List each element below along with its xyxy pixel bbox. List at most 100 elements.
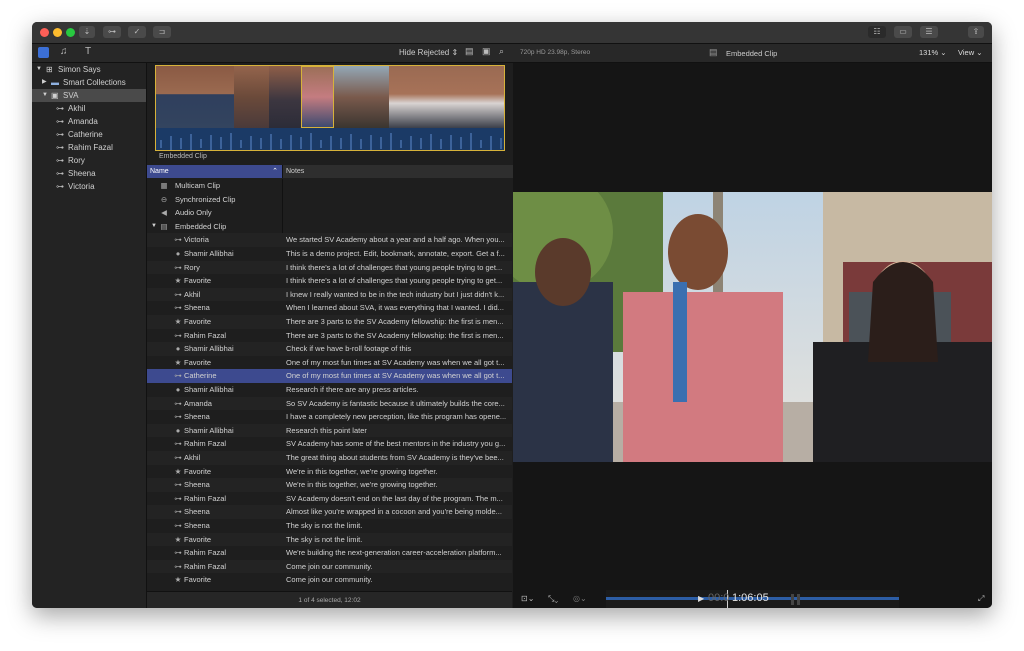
- title-bar: ⇣ ⊶ ✓ ⊐ ☷ ▭ ☰ ⇪: [32, 22, 992, 44]
- sync-icon: ⊖: [160, 194, 168, 204]
- clip-range-row[interactable]: ● Shamir Allibhai Research if there are an…: [147, 383, 512, 397]
- viewer-format: 720p HD 23.98p, Stereo: [520, 49, 591, 56]
- inspector-icon[interactable]: ☰: [920, 26, 938, 38]
- search-icon[interactable]: ⌕: [499, 46, 504, 57]
- clip-range-row[interactable]: ⊶ Rahim Fazal SV Academy doesn't end on th…: [147, 491, 512, 506]
- library-item[interactable]: ▼ ⊞ Simon Says: [32, 63, 146, 76]
- libraries-icon[interactable]: [38, 47, 49, 58]
- marker-icon: ●: [175, 385, 181, 394]
- disclosure-open-icon[interactable]: ▼: [42, 89, 48, 102]
- keyword-collection-item[interactable]: ⊶ Victoria: [32, 180, 146, 193]
- clip-range-row[interactable]: ⊶ Victoria We started SV Academy about a y…: [147, 233, 512, 247]
- keyword-collection-item[interactable]: ⊶ Catherine: [32, 128, 146, 141]
- clip-range-row[interactable]: ⊶ Rahim Fazal SV Academy has some of the b…: [147, 437, 512, 451]
- view-options-icon[interactable]: ⊡⌄: [521, 594, 534, 603]
- timeline-icon[interactable]: ▭: [894, 26, 912, 38]
- clip-range-row[interactable]: ⊶ Akhil I knew I really wanted to be in th…: [147, 287, 512, 302]
- tag-icon[interactable]: ⊐: [153, 26, 171, 38]
- clip-range-row[interactable]: ⊶ Sheena I have a completely new perceptio…: [147, 410, 512, 424]
- disclosure-open-icon[interactable]: ▼: [36, 63, 42, 76]
- clip-range-row[interactable]: ⊶ Sheena Almost like you're wrapped in a c…: [147, 505, 512, 519]
- disclosure-closed-icon[interactable]: ▶: [42, 76, 47, 89]
- filmstrip-frame: [334, 66, 389, 128]
- close-window-button[interactable]: [40, 28, 49, 37]
- clip-range-row[interactable]: ⊶ Rahim Fazal There are 3 parts to the SV …: [147, 328, 512, 343]
- zoom-menu[interactable]: 131% ⌄: [919, 48, 947, 57]
- column-divider: [282, 179, 283, 193]
- keyword-icon: ⊶: [174, 330, 182, 340]
- fullscreen-icon[interactable]: ⤢: [978, 594, 984, 604]
- transform-icon[interactable]: ⤡⌄: [548, 594, 558, 604]
- share-icon[interactable]: ⇪: [968, 26, 984, 38]
- clip-range-row[interactable]: ⊶ Amanda So SV Academy is fantastic becaus…: [147, 396, 512, 411]
- clip-range-row[interactable]: ⊶ Sheena When I learned about SVA, it was …: [147, 301, 512, 315]
- keyword-icon: ⊶: [174, 412, 182, 422]
- keyword-icon: ⊶: [56, 169, 64, 178]
- keyword-icon[interactable]: ⊶: [103, 26, 121, 38]
- app-window: ⇣ ⊶ ✓ ⊐ ☷ ▭ ☰ ⇪ ♫ T Hide Rejected ⇕ ▤ ▣ …: [32, 22, 992, 608]
- embedded-clip-icon: ▤: [160, 221, 168, 231]
- viewer-clip-name: Embedded Clip: [726, 49, 778, 58]
- keyword-collection-item[interactable]: ⊶ Amanda: [32, 115, 146, 128]
- play-icon[interactable]: ▶: [698, 594, 704, 603]
- marker-icon: ●: [175, 249, 181, 258]
- clip-range-row[interactable]: ★ Favorite Come join our community.: [147, 573, 512, 587]
- sort-ascending-icon: ⌃: [272, 168, 278, 175]
- clip-range-row[interactable]: ★ Favorite There are 3 parts to the SV Aca…: [147, 315, 512, 329]
- filmstrip-icon[interactable]: ▣: [482, 46, 491, 57]
- clip-range-row[interactable]: ★ Favorite The sky is not the limit.: [147, 532, 512, 547]
- timecode-display: 1:06:05: [732, 592, 769, 604]
- clip-range-row[interactable]: ⊶ Rahim Fazal We're building the next-gene…: [147, 546, 512, 560]
- filmstrip-frame: [234, 66, 269, 128]
- keyword-icon: ⊶: [174, 303, 182, 313]
- clip-range-row[interactable]: ● Shamir Allibhai Research this point late…: [147, 423, 512, 438]
- clip-range-row[interactable]: ★ Favorite I think there's a lot of challe…: [147, 274, 512, 288]
- keyword-collection-item[interactable]: ⊶ Rahim Fazal: [32, 141, 146, 154]
- clip-row[interactable]: ⊖ Synchronized Clip: [147, 192, 512, 207]
- viewer-frame: [513, 192, 992, 462]
- titles-icon[interactable]: T: [85, 46, 91, 57]
- hide-rejected-filter[interactable]: Hide Rejected ⇕: [399, 48, 458, 57]
- keyword-collection-item[interactable]: ⊶ Akhil: [32, 102, 146, 115]
- photos-icon[interactable]: ♫: [60, 46, 68, 57]
- clip-row[interactable]: ▦ Multicam Clip: [147, 179, 512, 193]
- import-icon[interactable]: ⇣: [79, 26, 95, 38]
- keyword-collection-item[interactable]: ⊶ Sheena: [32, 167, 146, 180]
- event-item-sva[interactable]: ▼ ▣ SVA: [32, 89, 146, 102]
- keyword-icon: ⊶: [174, 453, 182, 462]
- favorite-icon: ★: [174, 357, 182, 367]
- clip-row[interactable]: ▼ ▤ Embedded Clip: [147, 219, 512, 234]
- audio-waveform: [156, 128, 504, 150]
- keyword-collection-item[interactable]: ⊶ Rory: [32, 154, 146, 167]
- check-icon[interactable]: ✓: [128, 26, 146, 38]
- disclosure-open-icon[interactable]: ▼: [151, 220, 157, 234]
- clip-appearance-icon[interactable]: ▤: [465, 46, 474, 57]
- clip-range-row[interactable]: ⊶ Rahim Fazal Come join our community.: [147, 559, 512, 574]
- clip-range-row[interactable]: ● Shamir Allibhai Check if we have b-roll …: [147, 342, 512, 356]
- clip-range-row[interactable]: ⊶ Akhil The great thing about students fro…: [147, 451, 512, 465]
- clip-range-row[interactable]: ● Shamir Allibhai This is a demo project. …: [147, 247, 512, 261]
- filmstrip-label: Embedded Clip: [159, 153, 207, 160]
- clip-range-row[interactable]: ⊶ Rory I think there's a lot of challenges…: [147, 260, 512, 275]
- clip-range-row-selected[interactable]: ⊶ Catherine One of my most fun times at SV…: [147, 369, 512, 383]
- clip-range-row[interactable]: ★ Favorite One of my most fun times at SV …: [147, 355, 512, 370]
- marker-icon: ●: [175, 344, 181, 354]
- minimize-window-button[interactable]: [53, 28, 62, 37]
- speed-icon[interactable]: ◎⌄: [573, 594, 587, 603]
- clip-range-row[interactable]: ★ Favorite We're in this together, we're g…: [147, 464, 512, 479]
- filmstrip[interactable]: [155, 65, 505, 151]
- keyword-icon: ⊶: [174, 439, 182, 449]
- keyword-icon: ⊶: [174, 371, 182, 381]
- clip-range-row[interactable]: ⊶ Sheena We're in this together, we're gro…: [147, 478, 512, 492]
- filmstrip-frame: [156, 66, 234, 128]
- keyword-icon: ⊶: [174, 480, 182, 490]
- clip-range-row[interactable]: ⊶ Sheena The sky is not the limit.: [147, 519, 512, 533]
- column-header-name[interactable]: Name ⌃: [147, 165, 282, 178]
- zoom-window-button[interactable]: [66, 28, 75, 37]
- view-menu[interactable]: View ⌄: [958, 48, 983, 57]
- audio-meter-right: [797, 594, 800, 605]
- smart-collections-item[interactable]: ▶ ▬ Smart Collections: [32, 76, 146, 89]
- workspace-icon[interactable]: ☷: [868, 26, 886, 38]
- clip-row[interactable]: ◀ Audio Only: [147, 206, 512, 221]
- column-header-notes[interactable]: Notes: [282, 165, 513, 178]
